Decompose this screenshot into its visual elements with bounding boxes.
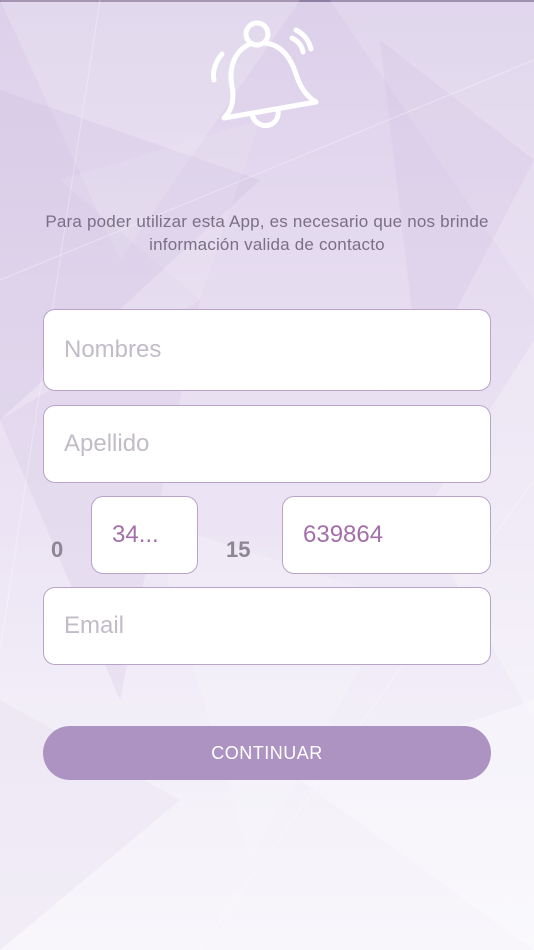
nombres-input[interactable] bbox=[43, 309, 491, 391]
bell-ringing-icon bbox=[211, 20, 319, 129]
phone-prefix-fifteen: 15 bbox=[226, 537, 251, 562]
intro-message: Para poder utilizar esta App, es necesar… bbox=[45, 212, 489, 254]
phone-prefix-zero: 0 bbox=[51, 537, 64, 562]
continue-button[interactable]: CONTINUAR bbox=[43, 726, 491, 780]
phone-number-input[interactable] bbox=[282, 496, 491, 574]
email-input[interactable] bbox=[43, 587, 491, 665]
area-code-input[interactable] bbox=[91, 496, 198, 574]
apellido-input[interactable] bbox=[43, 405, 491, 483]
contact-form-screen: Para poder utilizar esta App, es necesar… bbox=[0, 0, 534, 950]
